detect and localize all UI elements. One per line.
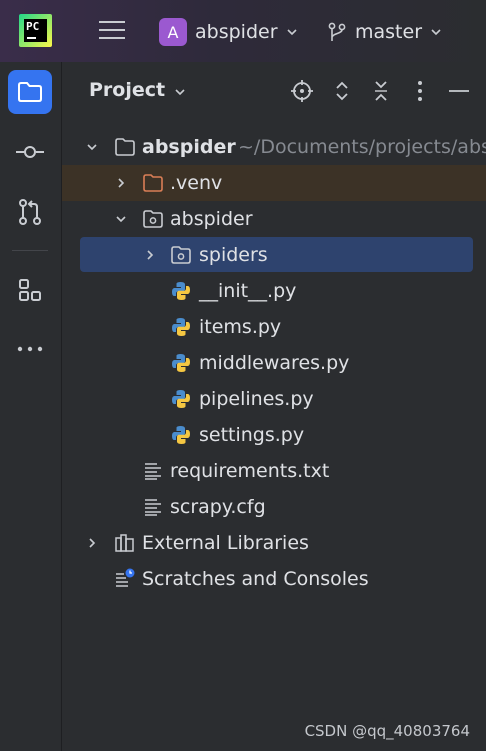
project-badge: A (159, 18, 187, 46)
tree-item-label: External Libraries (142, 532, 309, 554)
tree-item-label: __init__.py (199, 280, 297, 302)
pull-requests-tool-button[interactable] (8, 190, 52, 234)
scratches-icon (116, 568, 135, 587)
chevron-right-icon[interactable] (86, 537, 98, 549)
title-bar: PC A abspider master (0, 0, 486, 63)
chevron-down-icon[interactable] (115, 213, 127, 225)
folder-icon (18, 82, 42, 102)
toolstrip-divider (12, 250, 48, 251)
python-file-icon (172, 426, 190, 444)
python-file-icon (172, 282, 190, 300)
tree-row-root[interactable]: abspider ~/Documents/projects/absp (62, 129, 486, 165)
tree-row-venv[interactable]: .venv (62, 165, 486, 201)
tree-row-file[interactable]: middlewares.py (62, 345, 486, 381)
commit-tool-button[interactable] (8, 130, 52, 174)
chevron-down-icon (286, 29, 297, 36)
root-folder-name: abspider (142, 136, 236, 158)
expand-all-icon[interactable] (330, 79, 354, 103)
python-file-icon (172, 318, 190, 336)
tree-item-label: scrapy.cfg (170, 496, 266, 518)
python-file-icon (172, 390, 190, 408)
folder-icon (115, 138, 135, 156)
text-file-icon (145, 463, 161, 480)
project-name: abspider (195, 21, 278, 43)
tree-row-spiders[interactable]: spiders (62, 237, 486, 273)
tree-row-external-libraries[interactable]: External Libraries (62, 525, 486, 561)
structure-icon (19, 279, 41, 301)
more-tools-button[interactable] (8, 327, 52, 371)
tree-row-package[interactable]: abspider (62, 201, 486, 237)
options-icon[interactable] (408, 79, 432, 103)
tree-item-label: middlewares.py (199, 352, 350, 374)
more-horizontal-icon (17, 346, 43, 352)
tree-item-label: pipelines.py (199, 388, 314, 410)
tree-item-label: Scratches and Consoles (142, 568, 369, 590)
text-file-icon (145, 499, 161, 516)
tree-item-label: items.py (199, 316, 282, 338)
chevron-down-icon (431, 29, 441, 36)
locate-icon[interactable] (290, 79, 314, 103)
tree-row-file[interactable]: scrapy.cfg (62, 489, 486, 525)
tree-row-file[interactable]: requirements.txt (62, 453, 486, 489)
root-folder-path: ~/Documents/projects/absp (238, 136, 486, 158)
panel-header: Project (62, 62, 486, 120)
chevron-right-icon[interactable] (144, 249, 156, 261)
main-menu-icon[interactable] (99, 21, 125, 41)
tree-row-scratches[interactable]: Scratches and Consoles (62, 561, 486, 597)
project-tool-button[interactable] (8, 70, 52, 114)
excluded-folder-icon (143, 174, 163, 192)
watermark: CSDN @qq_40803764 (304, 722, 470, 740)
project-switcher[interactable]: A abspider (159, 18, 298, 46)
project-panel: Project abspider ~/Documents/projects/ab… (62, 62, 486, 751)
tool-window-strip (0, 62, 62, 751)
package-folder-icon (143, 210, 163, 228)
hide-icon[interactable] (447, 79, 471, 103)
tree-row-file[interactable]: settings.py (62, 417, 486, 453)
tree-item-label: spiders (199, 244, 268, 266)
tree-row-file[interactable]: pipelines.py (62, 381, 486, 417)
collapse-all-icon[interactable] (369, 79, 393, 103)
pull-request-icon (19, 199, 41, 225)
tree-item-label: .venv (170, 172, 223, 194)
chevron-right-icon[interactable] (115, 177, 127, 189)
chevron-down-icon[interactable] (174, 86, 186, 98)
panel-title[interactable]: Project (89, 79, 165, 101)
branch-name: master (355, 21, 423, 43)
branch-switcher[interactable]: master (327, 18, 442, 46)
git-branch-icon (328, 22, 346, 41)
tree-item-label: abspider (170, 208, 253, 230)
tree-item-label: settings.py (199, 424, 305, 446)
pycharm-logo-icon[interactable]: PC (19, 14, 52, 47)
python-file-icon (172, 354, 190, 372)
tree-item-label: requirements.txt (170, 460, 330, 482)
commit-icon (16, 146, 44, 158)
library-icon (115, 534, 134, 552)
tree-row-file[interactable]: __init__.py (62, 273, 486, 309)
structure-tool-button[interactable] (8, 268, 52, 312)
package-folder-icon (171, 246, 191, 264)
tree-row-file[interactable]: items.py (62, 309, 486, 345)
chevron-down-icon[interactable] (86, 141, 98, 153)
